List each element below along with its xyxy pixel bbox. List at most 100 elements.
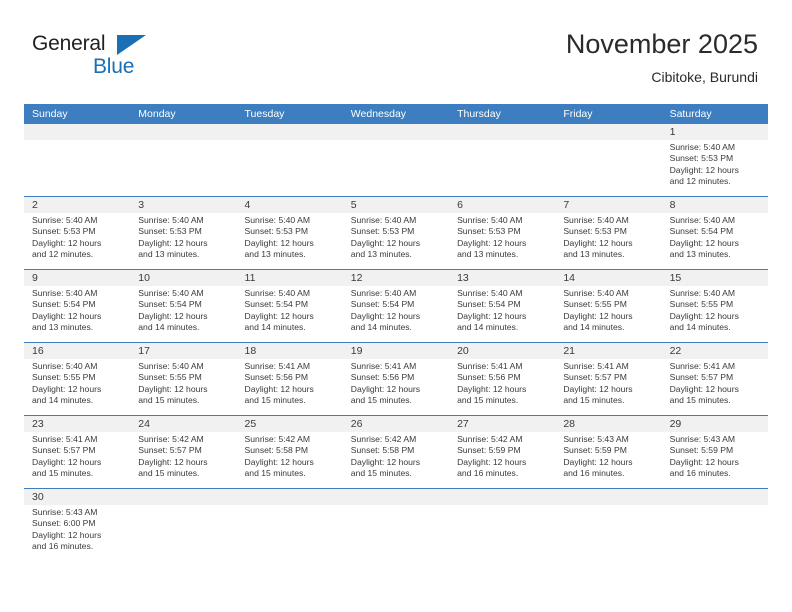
day-cell[interactable]: Sunrise: 5:43 AM Sunset: 5:59 PM Daylight:… xyxy=(555,432,661,488)
day-cell[interactable]: Sunrise: 5:40 AM Sunset: 5:54 PM Daylight:… xyxy=(237,286,343,342)
day-cell[interactable]: Sunrise: 5:40 AM Sunset: 5:53 PM Daylight:… xyxy=(24,213,130,269)
day-number[interactable]: 7 xyxy=(555,197,661,213)
daylight-text: Daylight: 12 hours xyxy=(457,456,527,467)
day-number[interactable]: 16 xyxy=(24,343,130,359)
day-number[interactable]: 9 xyxy=(24,270,130,286)
daylight-text: and 13 minutes. xyxy=(669,249,731,260)
day-cell-empty xyxy=(237,505,343,567)
day-cell[interactable]: Sunrise: 5:43 AM Sunset: 6:00 PM Daylight:… xyxy=(24,505,130,567)
daylight-text: and 12 minutes. xyxy=(669,176,731,187)
day-cell[interactable]: Sunrise: 5:42 AM Sunset: 5:57 PM Daylight:… xyxy=(130,432,236,488)
sunrise-text: Sunrise: 5:41 AM xyxy=(350,361,417,371)
day-cell[interactable]: Sunrise: 5:41 AM Sunset: 5:57 PM Daylight:… xyxy=(555,359,661,415)
sunset-text: Sunset: 5:53 PM xyxy=(563,226,627,237)
day-number[interactable]: 10 xyxy=(130,270,236,286)
day-number-empty xyxy=(343,124,449,140)
day-cell[interactable]: Sunrise: 5:40 AM Sunset: 5:53 PM Daylight:… xyxy=(449,213,555,269)
day-number-band: 1 xyxy=(24,124,768,140)
day-cell[interactable]: Sunrise: 5:40 AM Sunset: 5:54 PM Daylight:… xyxy=(662,213,768,269)
day-number-empty xyxy=(555,124,661,140)
sunset-text: Sunset: 5:59 PM xyxy=(669,445,734,456)
day-cell[interactable]: Sunrise: 5:40 AM Sunset: 5:53 PM Daylight:… xyxy=(662,140,768,196)
daylight-text: and 15 minutes. xyxy=(563,395,625,406)
day-number[interactable]: 1 xyxy=(662,124,768,140)
day-number[interactable]: 24 xyxy=(130,416,236,432)
day-cell[interactable]: Sunrise: 5:41 AM Sunset: 5:56 PM Daylight:… xyxy=(343,359,449,415)
day-number-empty xyxy=(449,489,555,505)
weekday-header-saturday: Saturday xyxy=(669,108,712,120)
sunset-text: Sunset: 5:57 PM xyxy=(138,445,202,456)
day-cell[interactable]: Sunrise: 5:40 AM Sunset: 5:55 PM Daylight:… xyxy=(130,359,236,415)
day-detail-band: Sunrise: 5:40 AM Sunset: 5:53 PM Daylight:… xyxy=(24,140,768,196)
day-number[interactable]: 20 xyxy=(449,343,555,359)
day-cell[interactable]: Sunrise: 5:40 AM Sunset: 5:54 PM Daylight:… xyxy=(24,286,130,342)
day-number[interactable]: 11 xyxy=(237,270,343,286)
day-cell[interactable]: Sunrise: 5:42 AM Sunset: 5:59 PM Daylight:… xyxy=(449,432,555,488)
daylight-text: and 16 minutes. xyxy=(563,468,625,479)
day-cell[interactable]: Sunrise: 5:40 AM Sunset: 5:54 PM Daylight:… xyxy=(449,286,555,342)
day-number[interactable]: 15 xyxy=(662,270,768,286)
day-number[interactable]: 21 xyxy=(555,343,661,359)
day-cell-empty xyxy=(343,140,449,196)
sunset-text: Sunset: 5:57 PM xyxy=(669,372,734,383)
day-cell[interactable]: Sunrise: 5:41 AM Sunset: 5:56 PM Daylight:… xyxy=(237,359,343,415)
day-cell-empty xyxy=(343,505,449,567)
day-cell[interactable]: Sunrise: 5:41 AM Sunset: 5:57 PM Daylight:… xyxy=(24,432,130,488)
sunset-text: Sunset: 5:55 PM xyxy=(669,299,734,310)
sunset-text: Sunset: 5:58 PM xyxy=(244,445,309,456)
calendar-week-row: 2 3 4 5 6 7 8 Sunrise: 5:40 AM Sunset: 5:53 PM Da… xyxy=(24,196,768,269)
day-number[interactable]: 26 xyxy=(343,416,449,432)
day-number[interactable]: 12 xyxy=(343,270,449,286)
day-number-empty xyxy=(130,124,236,140)
day-number[interactable]: 13 xyxy=(449,270,555,286)
sunrise-text: Sunrise: 5:42 AM xyxy=(138,434,204,444)
day-detail-band: Sunrise: 5:43 AM Sunset: 6:00 PM Daylight:… xyxy=(24,505,768,567)
day-number[interactable]: 30 xyxy=(24,489,130,505)
daylight-text: and 15 minutes. xyxy=(457,395,519,406)
day-detail-band: Sunrise: 5:40 AM Sunset: 5:54 PM Daylight:… xyxy=(24,286,768,342)
sunset-text: Sunset: 5:56 PM xyxy=(244,372,309,383)
day-cell[interactable]: Sunrise: 5:40 AM Sunset: 5:53 PM Daylight:… xyxy=(130,213,236,269)
day-cell[interactable]: Sunrise: 5:40 AM Sunset: 5:55 PM Daylight:… xyxy=(662,286,768,342)
day-number-empty xyxy=(237,124,343,140)
daylight-text: and 15 minutes. xyxy=(32,468,94,479)
day-number[interactable]: 3 xyxy=(130,197,236,213)
day-cell[interactable]: Sunrise: 5:41 AM Sunset: 5:57 PM Daylight:… xyxy=(662,359,768,415)
day-cell[interactable]: Sunrise: 5:42 AM Sunset: 5:58 PM Daylight:… xyxy=(237,432,343,488)
day-cell[interactable]: Sunrise: 5:42 AM Sunset: 5:58 PM Daylight:… xyxy=(343,432,449,488)
day-cell[interactable]: Sunrise: 5:40 AM Sunset: 5:53 PM Daylight:… xyxy=(555,213,661,269)
day-number[interactable]: 27 xyxy=(449,416,555,432)
day-number[interactable]: 23 xyxy=(24,416,130,432)
day-cell[interactable]: Sunrise: 5:40 AM Sunset: 5:54 PM Daylight:… xyxy=(130,286,236,342)
day-cell[interactable]: Sunrise: 5:40 AM Sunset: 5:53 PM Daylight:… xyxy=(237,213,343,269)
day-number[interactable]: 5 xyxy=(343,197,449,213)
logo-text-general: General xyxy=(32,32,106,55)
day-cell[interactable]: Sunrise: 5:43 AM Sunset: 5:59 PM Daylight:… xyxy=(662,432,768,488)
day-cell[interactable]: Sunrise: 5:40 AM Sunset: 5:55 PM Daylight:… xyxy=(555,286,661,342)
day-number-empty xyxy=(555,489,661,505)
sunset-text: Sunset: 5:53 PM xyxy=(32,226,96,237)
page-title: November 2025 xyxy=(565,29,758,59)
day-number[interactable]: 19 xyxy=(343,343,449,359)
sunset-text: Sunset: 5:56 PM xyxy=(350,372,415,383)
day-cell[interactable]: Sunrise: 5:40 AM Sunset: 5:55 PM Daylight:… xyxy=(24,359,130,415)
day-number[interactable]: 29 xyxy=(662,416,768,432)
day-number[interactable]: 18 xyxy=(237,343,343,359)
day-number[interactable]: 4 xyxy=(237,197,343,213)
day-cell[interactable]: Sunrise: 5:40 AM Sunset: 5:54 PM Daylight:… xyxy=(343,286,449,342)
day-number[interactable]: 14 xyxy=(555,270,661,286)
day-number[interactable]: 25 xyxy=(237,416,343,432)
day-number[interactable]: 17 xyxy=(130,343,236,359)
general-blue-logo[interactable]: General Blue xyxy=(32,32,162,84)
logo-text-blue: Blue xyxy=(93,55,135,78)
day-number[interactable]: 6 xyxy=(449,197,555,213)
day-number[interactable]: 2 xyxy=(24,197,130,213)
day-cell-empty xyxy=(555,140,661,196)
day-cell-empty xyxy=(130,505,236,567)
day-number[interactable]: 22 xyxy=(662,343,768,359)
day-cell[interactable]: Sunrise: 5:40 AM Sunset: 5:53 PM Daylight:… xyxy=(343,213,449,269)
day-number[interactable]: 28 xyxy=(555,416,661,432)
day-cell[interactable]: Sunrise: 5:41 AM Sunset: 5:56 PM Daylight:… xyxy=(449,359,555,415)
weekday-header-monday: Monday xyxy=(138,108,176,120)
day-number[interactable]: 8 xyxy=(662,197,768,213)
